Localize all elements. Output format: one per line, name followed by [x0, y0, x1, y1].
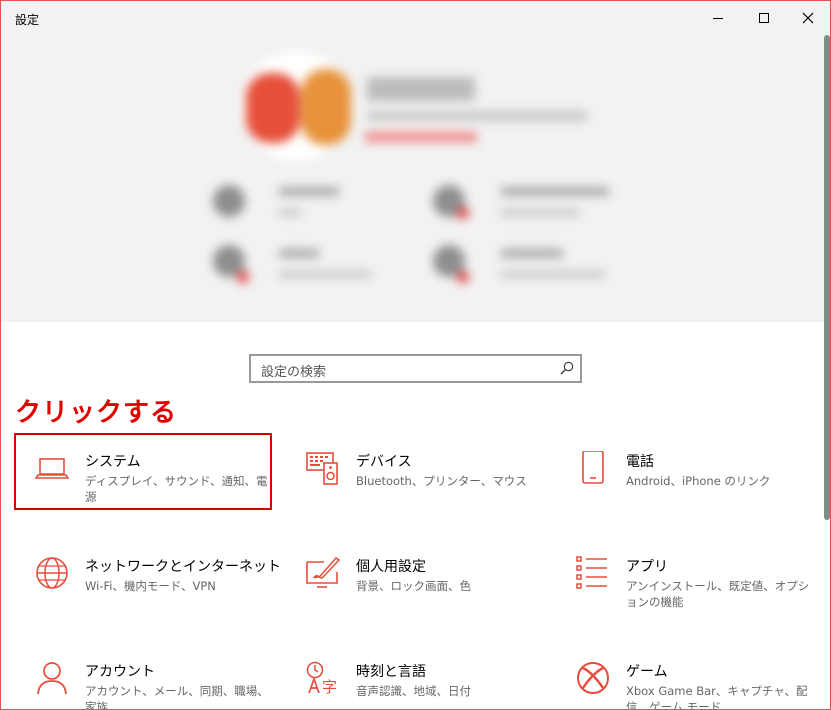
quicklink-title: [279, 187, 339, 196]
category-accounts[interactable]: アカウント アカウント、メール、同期、職場、家族: [35, 661, 275, 710]
alert-badge-icon: [457, 207, 469, 219]
category-gaming[interactable]: ゲーム Xbox Game Bar、キャプチャ、配信、ゲーム モード: [576, 661, 816, 710]
account-name-blurred: [367, 77, 475, 101]
category-name: デバイス: [356, 454, 412, 470]
window-title: 設定: [15, 13, 40, 27]
quicklink-title: [501, 249, 563, 258]
category-time-language[interactable]: 字 時刻と言語 音声認識、地域、日付: [306, 661, 546, 709]
search-input[interactable]: 設定の検索: [249, 354, 582, 383]
title-bar: 設定: [1, 1, 830, 35]
avatar-part: [246, 73, 300, 143]
category-devices[interactable]: デバイス Bluetooth、プリンター、マウス: [306, 451, 546, 521]
quicklink-sub: [501, 271, 605, 278]
search-icon: [560, 361, 574, 375]
category-name: 時刻と言語: [356, 664, 426, 680]
category-desc: 音声認識、地域、日付: [356, 684, 471, 698]
quicklink-title: [279, 249, 319, 258]
apps-list-icon: [576, 556, 607, 589]
category-desc: ディスプレイ、サウンド、通知、電源: [85, 474, 268, 504]
category-name: 個人用設定: [356, 559, 426, 575]
maximize-icon: [759, 13, 769, 23]
category-network[interactable]: ネットワークとインターネット Wi-Fi、機内モード、VPN: [35, 556, 281, 626]
category-name: アプリ: [626, 559, 668, 575]
settings-window: 設定 設定の検索 クリックする システム ディスプレイ、サウンド、通知、電源 デ…: [0, 0, 831, 710]
alert-badge-icon: [237, 271, 249, 283]
svg-text:字: 字: [322, 678, 337, 695]
category-desc: アカウント、メール、同期、職場、家族: [85, 684, 269, 710]
category-desc: 背景、ロック画面、色: [356, 579, 471, 593]
category-name: システム: [85, 454, 141, 470]
time-language-icon: 字: [306, 661, 337, 695]
quicklink-sub: [501, 209, 579, 216]
minimize-icon: [713, 18, 723, 19]
maximize-button[interactable]: [741, 1, 787, 35]
globe-icon: [36, 557, 68, 589]
category-apps[interactable]: アプリ アンインストール、既定値、オプションの機能: [576, 556, 816, 626]
category-desc: アンインストール、既定値、オプションの機能: [626, 579, 810, 609]
close-icon: [802, 12, 814, 24]
scrollbar[interactable]: [824, 35, 830, 520]
category-desc: Bluetooth、プリンター、マウス: [356, 474, 527, 488]
alert-badge-icon: [457, 271, 469, 283]
category-name: ネットワークとインターネット: [85, 559, 281, 575]
person-icon: [37, 662, 67, 695]
category-name: 電話: [626, 454, 654, 470]
category-personalization[interactable]: 個人用設定 背景、ロック画面、色: [306, 556, 546, 626]
paint-tablet-icon: [306, 557, 340, 588]
quicklink-sub: [279, 209, 301, 216]
category-phone[interactable]: 電話 Android、iPhone のリンク: [576, 451, 816, 521]
category-name: ゲーム: [626, 664, 668, 680]
account-email-blurred: [367, 111, 587, 121]
category-desc: Xbox Game Bar、キャプチャ、配信、ゲーム モード: [626, 684, 808, 710]
phone-icon: [582, 451, 604, 484]
xbox-icon: [577, 662, 609, 694]
search-placeholder: 設定の検索: [261, 365, 327, 380]
category-system[interactable]: システム ディスプレイ、サウンド、通知、電源: [35, 451, 275, 521]
laptop-icon: [35, 458, 69, 479]
account-link-blurred[interactable]: [365, 132, 477, 142]
category-desc: Android、iPhone のリンク: [626, 474, 771, 488]
avatar-part: [301, 69, 351, 145]
category-desc: Wi-Fi、機内モード、VPN: [85, 579, 216, 593]
minimize-button[interactable]: [695, 1, 741, 35]
onedrive-icon: [213, 185, 245, 217]
annotation-label: クリックする: [15, 398, 178, 428]
category-name: アカウント: [85, 664, 155, 680]
quicklink-sub: [279, 271, 371, 278]
close-button[interactable]: [785, 1, 830, 35]
keyboard-speaker-icon: [306, 452, 338, 485]
quicklink-title: [501, 187, 609, 196]
